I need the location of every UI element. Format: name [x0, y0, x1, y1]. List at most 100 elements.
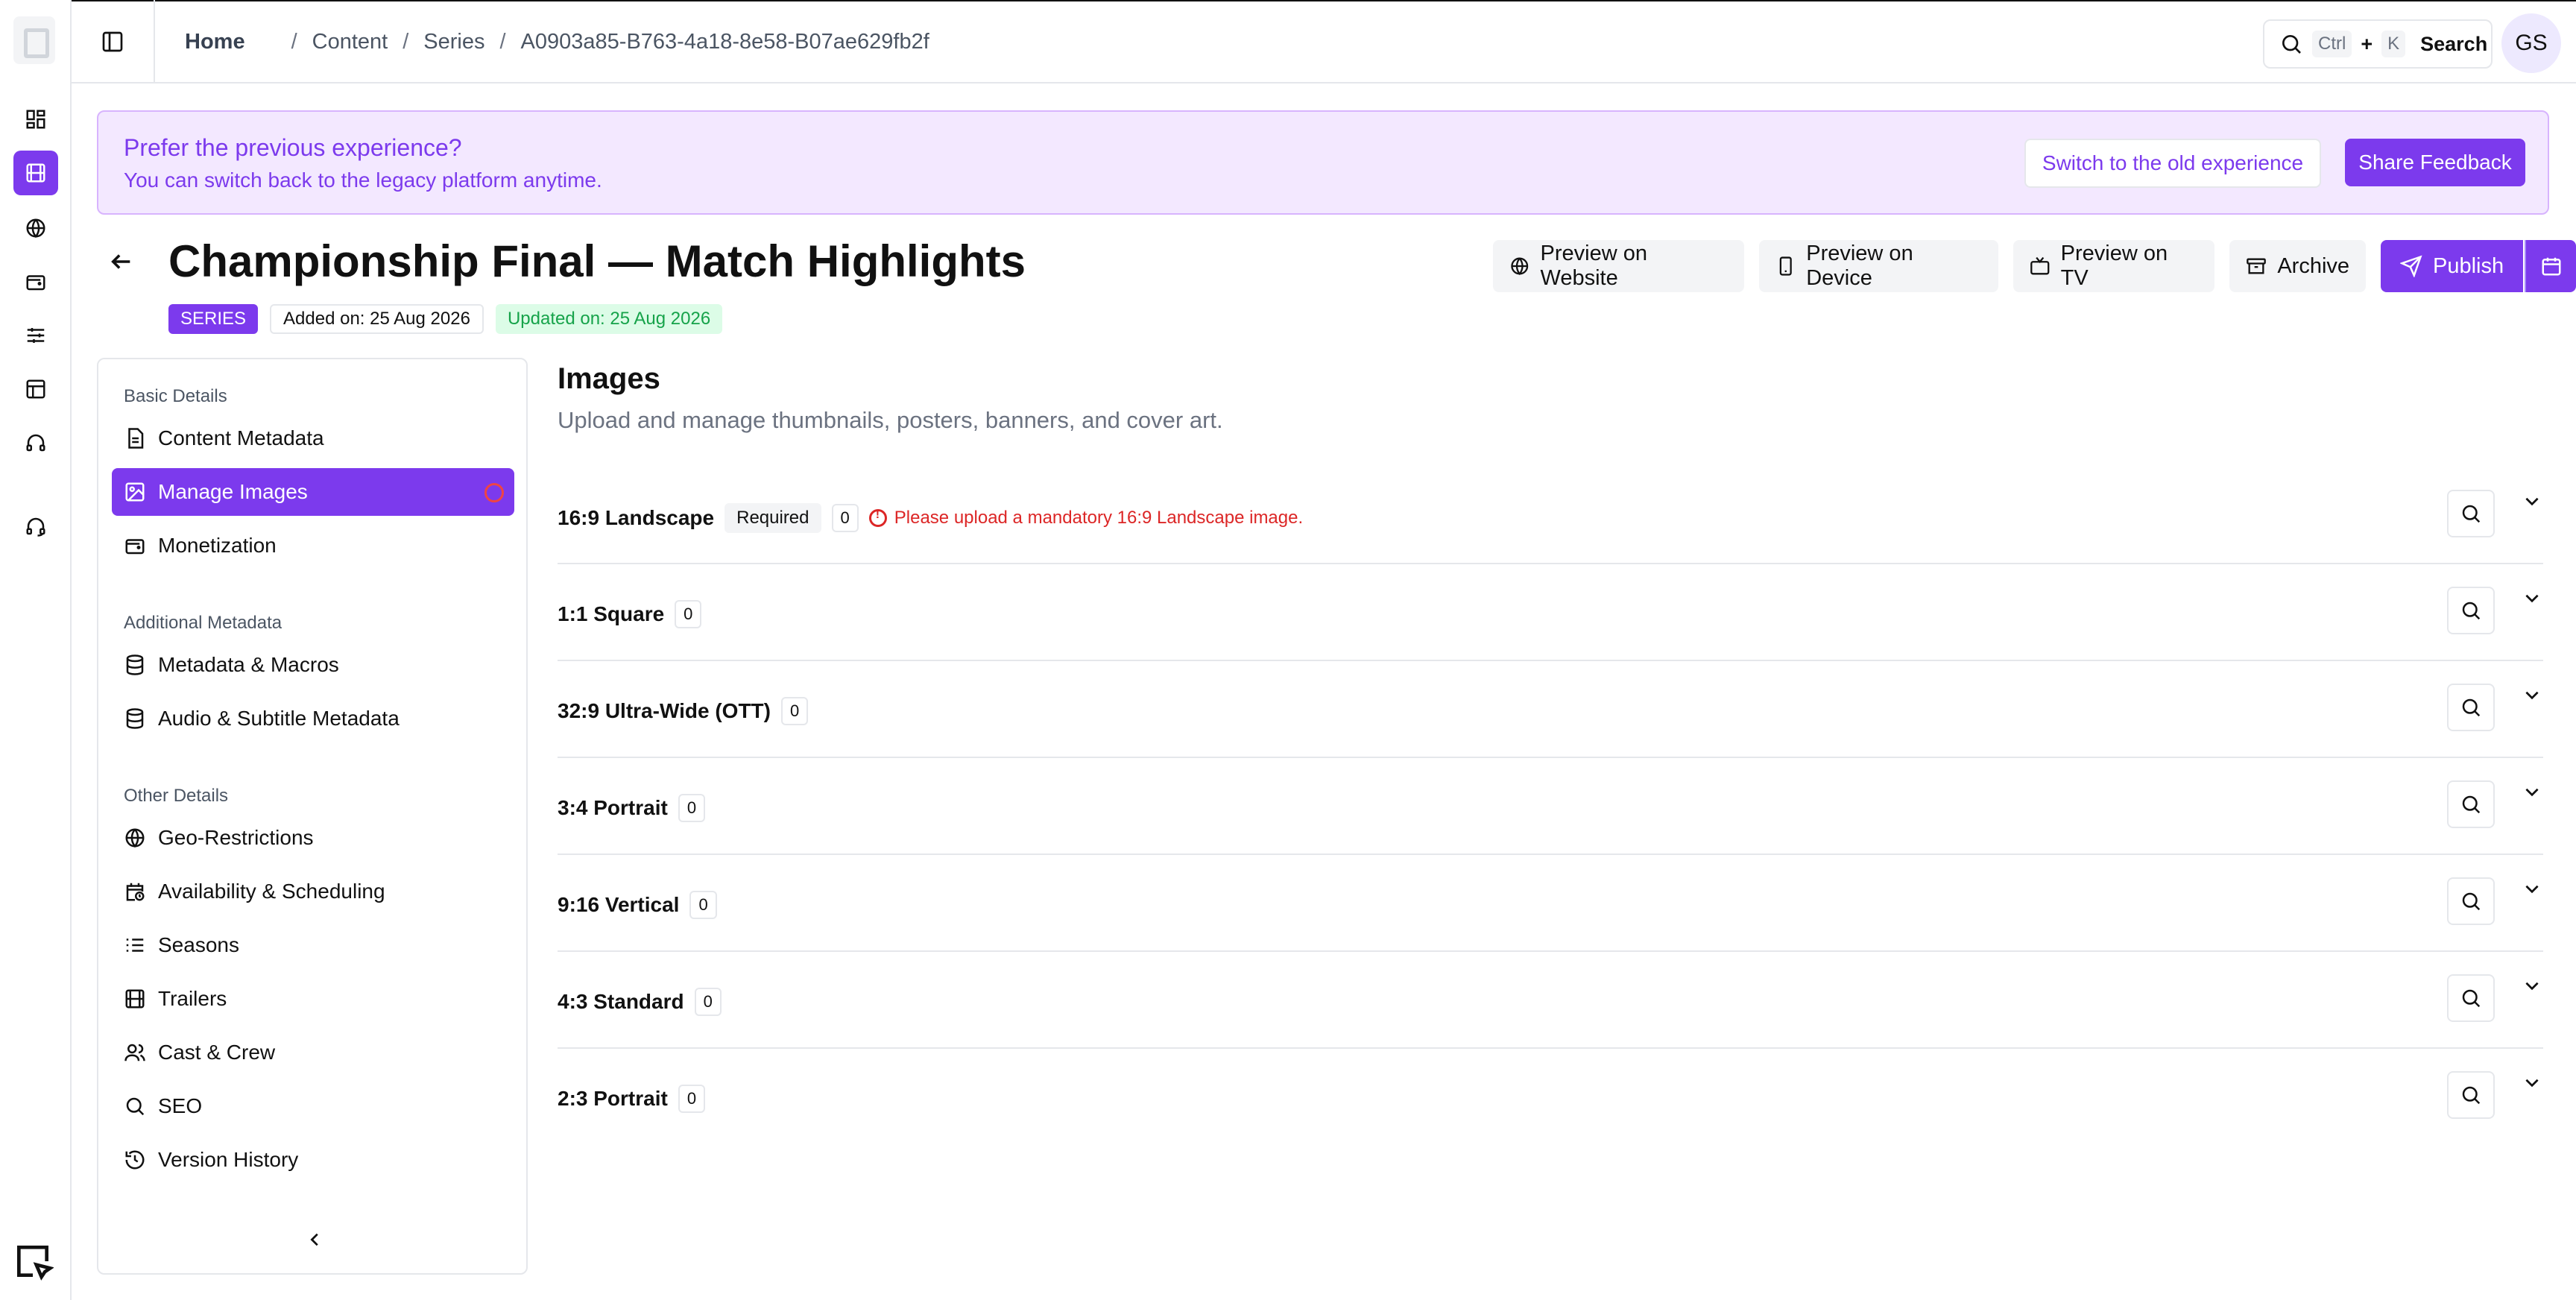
search-image-button[interactable] — [2447, 974, 2495, 1022]
database-icon — [126, 708, 144, 729]
chevron-down-icon[interactable] — [2522, 976, 2542, 995]
search-button[interactable]: Ctrl + K Search — [2263, 19, 2493, 69]
search-icon — [2462, 602, 2481, 620]
nav-item-availability[interactable]: Availability & Scheduling — [112, 868, 514, 915]
schedule-publish-button[interactable] — [2525, 240, 2576, 292]
search-image-button[interactable] — [2447, 780, 2495, 828]
preview-device-button[interactable]: Preview on Device — [1758, 240, 1999, 292]
image-row-9-16[interactable]: 9:16 Vertical 0 — [558, 855, 2543, 952]
nav-item-audio-subtitle[interactable]: Audio & Subtitle Metadata — [112, 695, 514, 742]
support-icon[interactable] — [13, 504, 58, 549]
section-nav: Basic Details Content Metadata Manage Im… — [97, 358, 528, 1275]
publish-button[interactable]: Publish — [2381, 240, 2524, 292]
nav-item-metadata-macros[interactable]: Metadata & Macros — [112, 641, 514, 689]
nav-item-manage-images[interactable]: Manage Images — [112, 468, 514, 516]
image-row-4-3[interactable]: 4:3 Standard 0 — [558, 952, 2543, 1049]
archive-icon — [2247, 258, 2267, 274]
nav-item-content-metadata[interactable]: Content Metadata — [112, 414, 514, 462]
layout-icon[interactable] — [13, 367, 58, 411]
nav-group-basic: Basic Details — [124, 386, 227, 406]
calendar-icon — [2542, 257, 2561, 276]
breadcrumb-content[interactable]: Content — [312, 30, 388, 54]
image-icon — [125, 482, 145, 502]
nav-item-cast-crew[interactable]: Cast & Crew — [112, 1029, 514, 1076]
nav-item-label: Audio & Subtitle Metadata — [158, 707, 400, 730]
type-badge: SERIES — [168, 304, 259, 334]
breadcrumb-series[interactable]: Series — [423, 30, 484, 54]
banner-title: Prefer the previous experience? — [124, 134, 462, 161]
film-icon[interactable] — [13, 151, 58, 195]
image-row-1-1[interactable]: 1:1 Square 0 — [558, 564, 2543, 661]
sidebar-toggle-button[interactable] — [72, 0, 155, 83]
search-image-button[interactable] — [2447, 1071, 2495, 1119]
nav-item-trailers[interactable]: Trailers — [112, 975, 514, 1023]
image-row-3-4[interactable]: 3:4 Portrait 0 — [558, 758, 2543, 855]
wallet-icon — [125, 539, 145, 555]
nav-item-seasons[interactable]: Seasons — [112, 921, 514, 969]
headphones-icon[interactable] — [13, 420, 58, 465]
sliders-icon[interactable] — [13, 313, 58, 358]
search-icon — [2462, 892, 2481, 911]
search-image-button[interactable] — [2447, 684, 2495, 731]
back-arrow-icon[interactable] — [109, 249, 134, 274]
avatar[interactable]: GS — [2501, 13, 2561, 73]
image-row-16-9[interactable]: 16:9 Landscape Required 0 Please upload … — [558, 467, 2543, 564]
header-actions: Preview on Website Preview on Device Pre… — [1493, 240, 2576, 292]
globe-icon[interactable] — [13, 206, 58, 250]
dashboard-icon[interactable] — [13, 97, 58, 142]
search-icon — [2462, 989, 2481, 1008]
chevron-down-icon[interactable] — [2522, 588, 2542, 608]
status-badges: SERIES Added on: 25 Aug 2026 Updated on:… — [168, 304, 723, 334]
calendar-clock-icon — [126, 883, 145, 901]
image-row-2-3[interactable]: 2:3 Portrait 0 — [558, 1049, 2543, 1146]
search-icon — [2462, 698, 2481, 717]
wallet-icon[interactable] — [13, 259, 58, 304]
row-label: 1:1 Square — [558, 602, 665, 625]
preview-tv-button[interactable]: Preview on TV — [2013, 240, 2215, 292]
preview-website-label: Preview on Website — [1540, 242, 1647, 290]
search-image-button[interactable] — [2447, 877, 2495, 925]
nav-item-monetization[interactable]: Monetization — [112, 522, 514, 569]
preview-tv-label: Preview on TV — [2060, 242, 2168, 290]
switch-old-experience-button[interactable]: Switch to the old experience — [2024, 139, 2321, 188]
chevron-down-icon[interactable] — [2522, 491, 2542, 511]
nav-item-geo-restrictions[interactable]: Geo-Restrictions — [112, 814, 514, 862]
updated-date-badge: Updated on: 25 Aug 2026 — [495, 304, 723, 334]
preview-website-button[interactable]: Preview on Website — [1493, 240, 1744, 292]
added-date-badge: Added on: 25 Aug 2026 — [270, 304, 484, 334]
app-logo — [13, 16, 55, 64]
list-icon — [126, 938, 144, 952]
nav-item-label: Manage Images — [158, 480, 308, 503]
app-rail — [0, 0, 72, 1300]
search-image-button[interactable] — [2447, 587, 2495, 634]
share-feedback-button[interactable]: Share Feedback — [2345, 139, 2525, 186]
database-icon — [126, 654, 144, 675]
chevron-down-icon[interactable] — [2522, 879, 2542, 898]
breadcrumb-separator: / — [499, 29, 506, 54]
error-text: Please upload a mandatory 16:9 Landscape… — [894, 508, 1304, 528]
count-badge: 0 — [678, 1085, 706, 1113]
search-image-button[interactable] — [2447, 490, 2495, 537]
alert-icon — [868, 508, 887, 527]
select-icon[interactable] — [12, 1240, 54, 1282]
shortcut-ctrl: Ctrl — [2312, 31, 2352, 57]
chevron-down-icon[interactable] — [2522, 1073, 2542, 1092]
chevron-left-icon[interactable] — [307, 1231, 323, 1248]
breadcrumb: Home / Content / Series / A0903a85-B763-… — [185, 30, 929, 54]
search-icon — [126, 1097, 145, 1116]
nav-item-label: Cast & Crew — [158, 1041, 276, 1064]
breadcrumb-home[interactable]: Home — [185, 30, 245, 54]
row-label: 9:16 Vertical — [558, 893, 680, 916]
nav-item-label: Seasons — [158, 933, 239, 956]
archive-button[interactable]: Archive — [2229, 240, 2367, 292]
row-label: 32:9 Ultra-Wide (OTT) — [558, 699, 771, 722]
nav-item-version-history[interactable]: Version History — [112, 1136, 514, 1184]
row-label: 16:9 Landscape — [558, 506, 715, 529]
nav-item-label: Content Metadata — [158, 426, 324, 449]
nav-item-seo[interactable]: SEO — [112, 1082, 514, 1130]
chevron-down-icon[interactable] — [2522, 685, 2542, 704]
row-label: 3:4 Portrait — [558, 796, 668, 819]
chevron-down-icon[interactable] — [2522, 782, 2542, 801]
image-row-32-9[interactable]: 32:9 Ultra-Wide (OTT) 0 — [558, 661, 2543, 758]
row-label: 2:3 Portrait — [558, 1087, 668, 1110]
